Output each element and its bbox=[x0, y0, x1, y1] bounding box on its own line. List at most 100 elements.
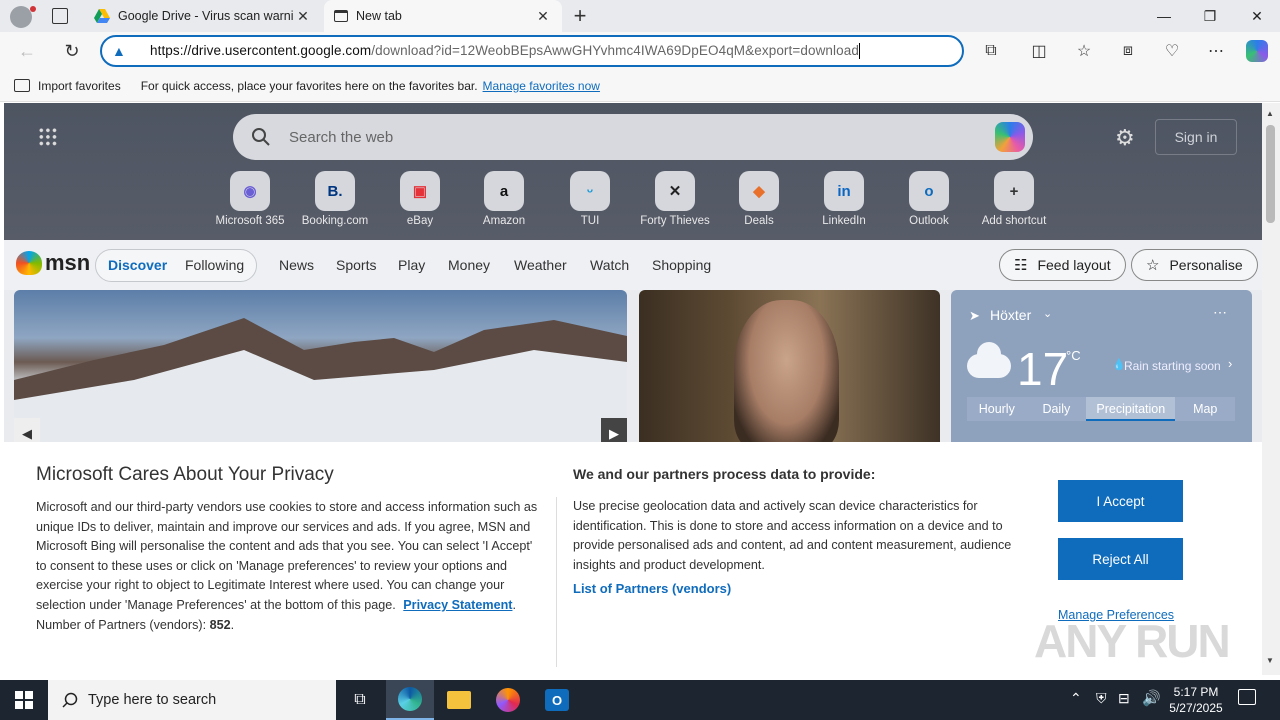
close-tab-icon[interactable]: ✕ bbox=[534, 8, 552, 25]
shortcut-forty-thieves[interactable]: ✕ Forty Thieves bbox=[635, 171, 715, 227]
back-button[interactable]: ← bbox=[10, 32, 44, 70]
nav-shopping[interactable]: Shopping bbox=[652, 240, 711, 290]
collections-icon[interactable]: ⧈ bbox=[1111, 32, 1145, 70]
tab-google-drive[interactable]: Google Drive - Virus scan warnin ✕ bbox=[84, 0, 322, 32]
taskbar-search-box[interactable]: Type here to search bbox=[48, 680, 336, 720]
sign-in-button[interactable]: Sign in bbox=[1155, 119, 1237, 155]
tab-following[interactable]: Following bbox=[185, 240, 244, 290]
tab-discover[interactable]: Discover bbox=[108, 240, 167, 290]
list-of-partners-link[interactable]: List of Partners (vendors) bbox=[573, 581, 731, 596]
edge-taskbar-icon[interactable] bbox=[386, 680, 434, 720]
clock-time: 5:17 PM bbox=[1173, 685, 1219, 699]
accept-button[interactable]: I Accept bbox=[1058, 480, 1183, 522]
shortcut-deals[interactable]: ◆ Deals bbox=[719, 171, 799, 227]
scroll-down-arrow[interactable]: ▼ bbox=[1266, 656, 1274, 665]
chevron-right-icon[interactable]: › bbox=[1228, 356, 1232, 371]
shortcut-add-shortcut[interactable]: + Add shortcut bbox=[974, 171, 1054, 227]
tab-actions-icon[interactable] bbox=[52, 8, 68, 24]
scroll-up-arrow[interactable]: ▲ bbox=[1266, 109, 1274, 118]
settings-gear-icon[interactable]: ⚙ bbox=[1115, 125, 1135, 151]
page-scrollbar[interactable]: ▲ ▼ bbox=[1262, 103, 1280, 675]
weather-tab-map[interactable]: Map bbox=[1175, 397, 1235, 421]
task-view-button[interactable]: ⧉ bbox=[336, 680, 384, 720]
favorites-star-icon[interactable]: ☆ bbox=[1067, 32, 1101, 70]
nav-play[interactable]: Play bbox=[398, 240, 425, 290]
nav-money[interactable]: Money bbox=[448, 240, 490, 290]
profile-avatar-icon[interactable] bbox=[10, 6, 32, 28]
new-tab-button[interactable]: + bbox=[568, 3, 592, 29]
privacy-statement-link[interactable]: Privacy Statement bbox=[403, 598, 512, 612]
scrollbar-thumb[interactable] bbox=[1266, 125, 1275, 223]
msn-logo[interactable]: msn bbox=[16, 250, 90, 276]
shortcut-microsoft-365[interactable]: ◉ Microsoft 365 bbox=[210, 171, 290, 227]
shortcut-label: TUI bbox=[580, 215, 600, 227]
weather-card[interactable]: ➤ Höxter ⌄ ⋯ 17 °C 💧 Rain starting soon … bbox=[951, 290, 1252, 450]
outlook-taskbar-icon[interactable]: O bbox=[533, 680, 581, 720]
location-arrow-icon: ➤ bbox=[969, 308, 980, 323]
nav-weather[interactable]: Weather bbox=[514, 240, 567, 290]
address-input[interactable]: https://drive.usercontent.google.com/dow… bbox=[150, 43, 860, 60]
shortcut-label: Deals bbox=[744, 215, 774, 227]
weather-tab-precipitation[interactable]: Precipitation bbox=[1086, 397, 1176, 421]
personalise-button[interactable]: ☆ Personalise bbox=[1131, 249, 1258, 281]
nav-news[interactable]: News bbox=[279, 240, 314, 290]
copilot-search-icon[interactable] bbox=[995, 122, 1025, 152]
clock[interactable]: 5:17 PM 5/27/2025 bbox=[1166, 684, 1226, 716]
sliders-icon: ☷ bbox=[1014, 257, 1028, 274]
site-info-icon[interactable]: ▲ bbox=[112, 43, 132, 59]
tab-new-tab[interactable]: New tab ✕ bbox=[324, 0, 562, 32]
msn-butterfly-icon bbox=[16, 251, 42, 275]
close-tab-icon[interactable]: ✕ bbox=[294, 8, 312, 25]
clock-date: 5/27/2025 bbox=[1169, 701, 1223, 715]
nav-watch[interactable]: Watch bbox=[590, 240, 629, 290]
shortcut-linkedin[interactable]: in LinkedIn bbox=[804, 171, 884, 227]
browser-essentials-icon[interactable]: ♡ bbox=[1155, 32, 1189, 70]
feed-layout-button[interactable]: ☷ Feed layout bbox=[999, 249, 1126, 281]
notifications-icon[interactable] bbox=[1238, 689, 1256, 705]
shortcut-tui[interactable]: ᵕ TUI bbox=[550, 171, 630, 227]
import-favorites-button[interactable]: Import favorites bbox=[38, 79, 121, 93]
article-card-portrait[interactable] bbox=[639, 290, 940, 450]
shortcut-amazon[interactable]: a Amazon bbox=[464, 171, 544, 227]
volume-icon[interactable]: 🔊 bbox=[1142, 689, 1161, 707]
portrait-image bbox=[734, 300, 839, 450]
file-explorer-taskbar-icon[interactable] bbox=[435, 680, 483, 720]
app-launcher-icon[interactable] bbox=[38, 127, 58, 147]
more-options-icon[interactable]: ⋯ bbox=[1199, 32, 1233, 70]
defender-icon[interactable]: ⛨ bbox=[1096, 690, 1107, 707]
start-button[interactable] bbox=[0, 680, 48, 720]
close-window-button[interactable]: ✕ bbox=[1234, 0, 1280, 32]
search-icon bbox=[252, 128, 270, 146]
network-icon[interactable]: ⊟ bbox=[1118, 690, 1130, 707]
location-dropdown-icon[interactable]: ⌄ bbox=[1043, 307, 1052, 320]
split-screen-icon[interactable]: ◫ bbox=[1022, 32, 1056, 70]
search-placeholder: Search the web bbox=[289, 128, 394, 146]
maximize-button[interactable]: ❐ bbox=[1187, 0, 1233, 32]
weather-more-icon[interactable]: ⋯ bbox=[1213, 304, 1227, 321]
firefox-taskbar-icon[interactable] bbox=[484, 680, 532, 720]
nav-sports[interactable]: Sports bbox=[336, 240, 376, 290]
anyrun-watermark: ANY RUN bbox=[1034, 615, 1231, 667]
import-favorites-icon[interactable] bbox=[14, 79, 30, 92]
shortcut-booking-com[interactable]: B. Booking.com bbox=[295, 171, 375, 227]
shortcut-outlook[interactable]: o Outlook bbox=[889, 171, 969, 227]
tab-strip: Google Drive - Virus scan warnin ✕ New t… bbox=[0, 0, 1280, 32]
manage-favorites-link[interactable]: Manage favorites now bbox=[483, 79, 600, 93]
refresh-button[interactable]: ↻ bbox=[55, 32, 89, 70]
web-search-box[interactable]: Search the web bbox=[233, 114, 1033, 160]
weather-location[interactable]: Höxter bbox=[990, 307, 1031, 323]
extensions-icon[interactable]: ⧉ bbox=[974, 32, 1008, 70]
windows-logo-icon bbox=[15, 691, 33, 709]
address-bar[interactable]: ▲ https://drive.usercontent.google.com/d… bbox=[100, 35, 964, 67]
minimize-button[interactable]: — bbox=[1141, 0, 1187, 32]
weather-tab-hourly[interactable]: Hourly bbox=[967, 397, 1027, 421]
show-hidden-icons[interactable]: ⌃ bbox=[1070, 690, 1082, 707]
browser-toolbar: ← ↻ ▲ https://drive.usercontent.google.c… bbox=[0, 32, 1280, 70]
article-card-mountains[interactable]: ◀ ▶ bbox=[14, 290, 627, 450]
weather-note[interactable]: Rain starting soon bbox=[1124, 359, 1221, 373]
weather-tab-daily[interactable]: Daily bbox=[1027, 397, 1087, 421]
deals-icon: ◆ bbox=[739, 171, 779, 211]
reject-all-button[interactable]: Reject All bbox=[1058, 538, 1183, 580]
shortcut-ebay[interactable]: ▣ eBay bbox=[380, 171, 460, 227]
copilot-icon[interactable] bbox=[1246, 40, 1268, 62]
